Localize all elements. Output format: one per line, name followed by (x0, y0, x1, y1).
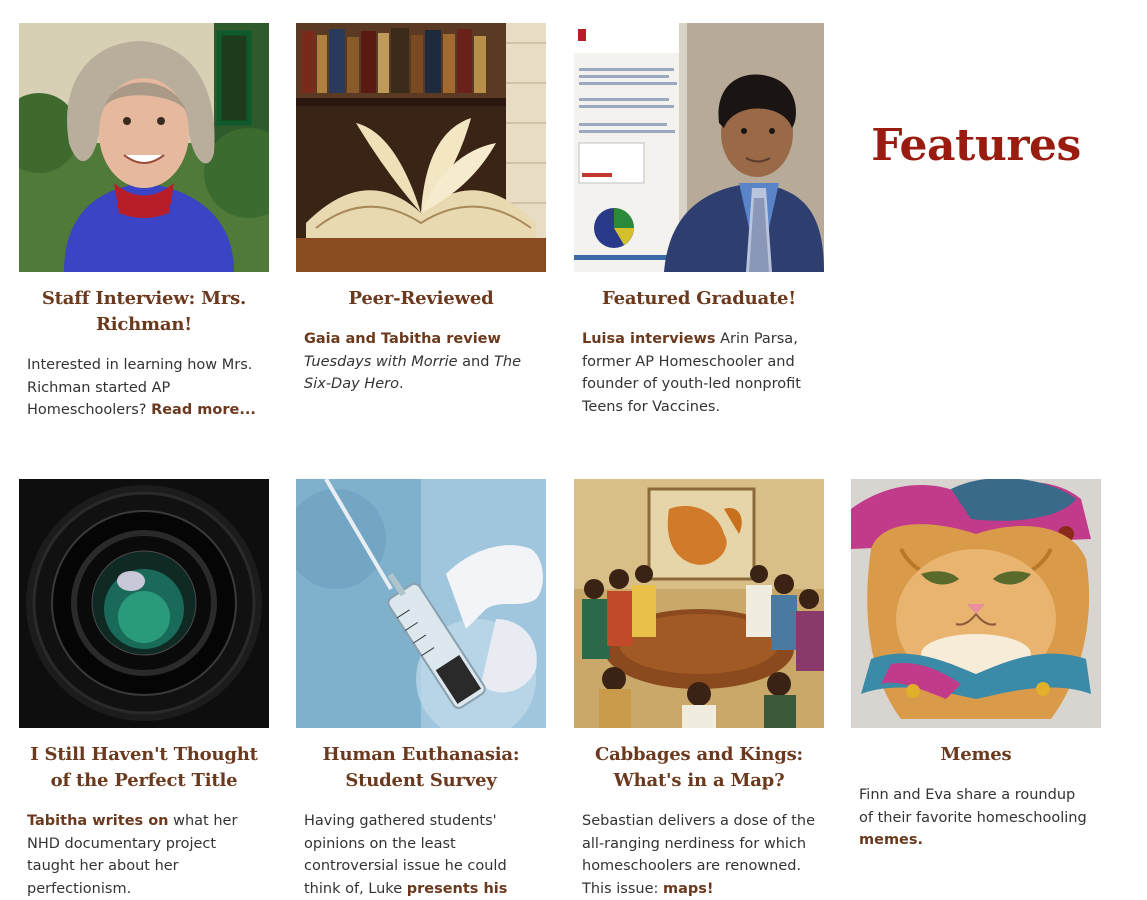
desc-text: and (457, 353, 495, 370)
cat-image[interactable] (851, 479, 1101, 728)
card-description: Interested in learning how Mrs. Richman … (27, 354, 261, 422)
presents-link[interactable]: presents his (407, 881, 508, 897)
feature-card-featured-graduate: Featured Graduate! Luisa interviews Arin… (574, 23, 824, 418)
card-title[interactable]: Staff Interview: Mrs. Richman! (23, 286, 265, 338)
maps-link[interactable]: maps! (663, 881, 714, 897)
graduate-image[interactable] (574, 23, 824, 272)
camera-lens-image[interactable] (19, 479, 269, 728)
syringe-image[interactable] (296, 479, 546, 728)
card-description: Having gathered students' opinions on th… (304, 810, 538, 900)
card-title[interactable]: I Still Haven't Thought of the Perfect T… (23, 742, 265, 794)
card-title[interactable]: Cabbages and Kings: What's in a Map? (578, 742, 820, 794)
portrait-image[interactable] (19, 23, 269, 272)
card-description: Tabitha writes on what her NHD documenta… (27, 810, 261, 900)
feature-card-peer-reviewed: Peer-Reviewed Gaia and Tabitha review Tue… (296, 23, 546, 396)
section-heading: Features (871, 120, 1081, 171)
desc-text: Finn and Eva share a roundup of their fa… (859, 787, 1087, 826)
card-title[interactable]: Memes (855, 742, 1097, 768)
feature-card-euthanasia-survey: Human Euthanasia: Student Survey Having … (296, 479, 546, 900)
card-description: Luisa interviews Arin Parsa, former AP H… (582, 328, 816, 418)
feature-card-perfect-title: I Still Haven't Thought of the Perfect T… (19, 479, 269, 900)
feature-card-cabbages-kings: Cabbages and Kings: What's in a Map? Seb… (574, 479, 824, 900)
card-description: Sebastian delivers a dose of the all-ran… (582, 810, 816, 900)
desc-bold[interactable]: Luisa interviews (582, 331, 716, 347)
feature-card-staff-interview: Staff Interview: Mrs. Richman! Intereste… (19, 23, 269, 422)
desc-bold[interactable]: Gaia and Tabitha review (304, 331, 501, 347)
read-more-link[interactable]: Read more... (151, 402, 256, 418)
card-title[interactable]: Human Euthanasia: Student Survey (300, 742, 542, 794)
desc-bold[interactable]: Tabitha writes on (27, 813, 169, 829)
card-description: Finn and Eva share a roundup of their fa… (859, 784, 1093, 852)
memes-link[interactable]: memes. (859, 832, 923, 848)
card-description: Gaia and Tabitha review Tuesdays with Mor… (304, 328, 538, 396)
card-title[interactable]: Featured Graduate! (578, 286, 820, 312)
books-image[interactable] (296, 23, 546, 272)
feature-card-memes: Memes Finn and Eva share a roundup of th… (851, 479, 1101, 852)
book-title: Tuesdays with Morrie (304, 353, 458, 370)
painting-image[interactable] (574, 479, 824, 728)
desc-text: . (398, 376, 404, 392)
card-title[interactable]: Peer-Reviewed (300, 286, 542, 312)
